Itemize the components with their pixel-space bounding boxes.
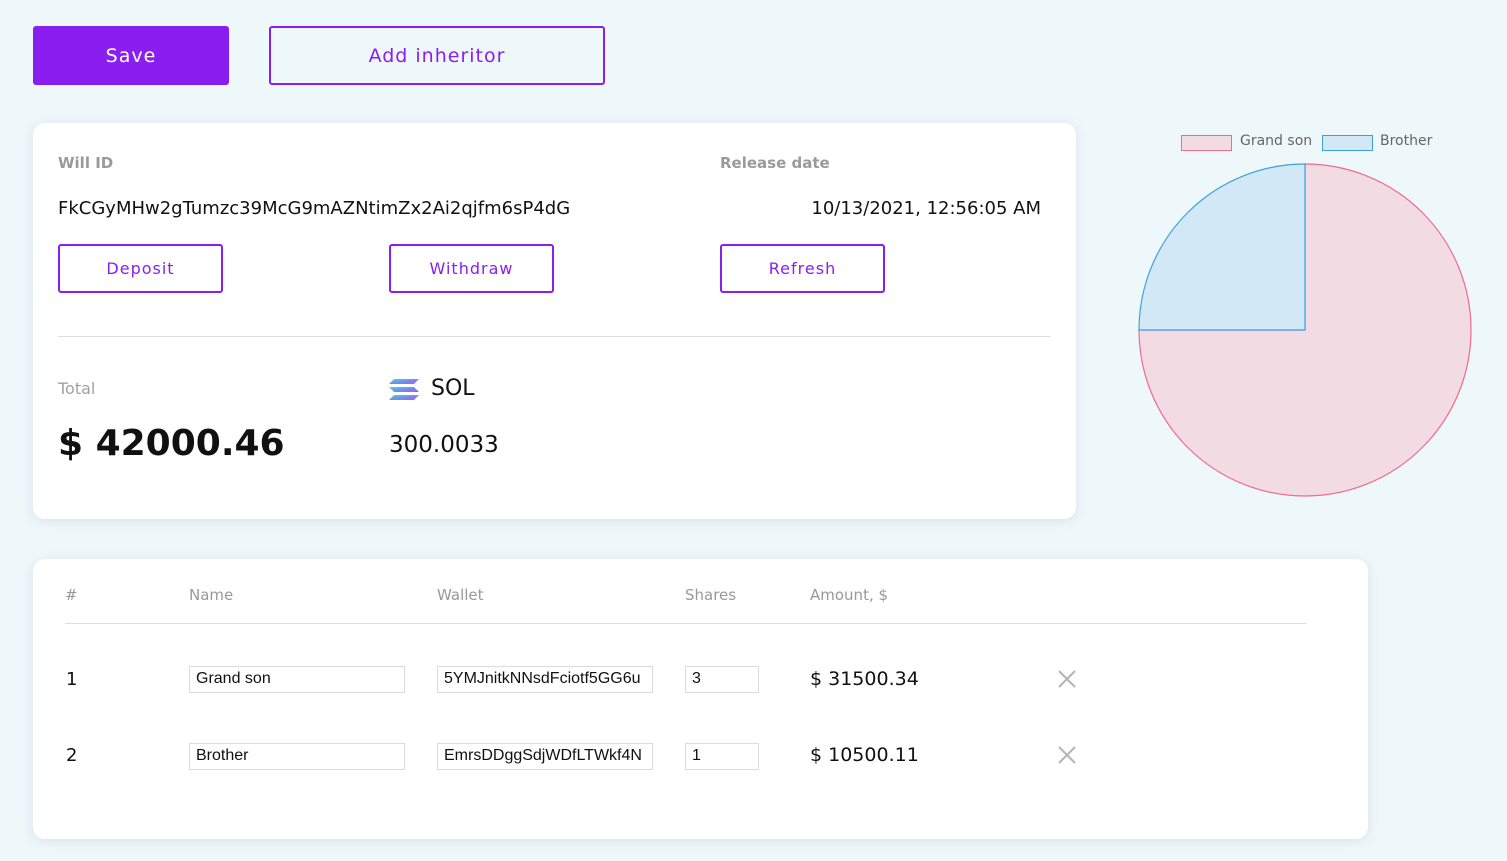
header-name: Name xyxy=(189,586,234,604)
divider xyxy=(58,336,1051,337)
row-number: 2 xyxy=(66,745,78,766)
row-number: 1 xyxy=(66,669,78,690)
release-date-label: Release date xyxy=(720,154,830,172)
total-value: $ 42000.46 xyxy=(58,423,285,464)
will-id-label: Will ID xyxy=(58,154,114,172)
token-amount: 300.0033 xyxy=(389,432,499,458)
will-card: Will ID FkCGyMHw2gTumzc39McG9mAZNtimZx2A… xyxy=(33,123,1076,519)
solana-icon xyxy=(389,379,419,400)
pie-slice-brother xyxy=(1138,163,1306,331)
close-icon[interactable] xyxy=(1056,668,1078,690)
name-input[interactable]: Brother xyxy=(189,743,405,770)
withdraw-button[interactable]: Withdraw xyxy=(389,244,554,293)
token-name: SOL xyxy=(431,376,475,401)
header-shares: Shares xyxy=(685,586,737,604)
name-input[interactable]: Grand son xyxy=(189,666,405,693)
wallet-input[interactable]: 5YMJnitkNNsdFciotf5GG6u xyxy=(437,666,653,693)
deposit-button[interactable]: Deposit xyxy=(58,244,223,293)
header-wallet: Wallet xyxy=(437,586,484,604)
row-amount: $ 31500.34 xyxy=(810,668,919,690)
inheritors-table: # Name Wallet Shares Amount, $ 1 Grand s… xyxy=(33,559,1368,839)
release-date-value: 10/13/2021, 12:56:05 AM xyxy=(811,198,1041,219)
refresh-button[interactable]: Refresh xyxy=(720,244,885,293)
will-id-value: FkCGyMHw2gTumzc39McG9mAZNtimZx2Ai2qjfm6s… xyxy=(58,198,571,219)
header-divider xyxy=(65,623,1307,624)
close-icon[interactable] xyxy=(1056,744,1078,766)
save-button[interactable]: Save xyxy=(33,26,229,85)
header-amount: Amount, $ xyxy=(810,586,889,604)
pie-svg xyxy=(1138,163,1472,497)
total-label: Total xyxy=(58,379,96,398)
shares-pie-chart: Grand son Brother xyxy=(1130,128,1490,508)
add-inheritor-button[interactable]: Add inheritor xyxy=(269,26,605,85)
shares-input[interactable]: 1 xyxy=(685,743,759,770)
row-amount: $ 10500.11 xyxy=(810,744,919,766)
shares-input[interactable]: 3 xyxy=(685,666,759,693)
wallet-input[interactable]: EmrsDDggSdjWDfLTWkf4N xyxy=(437,743,653,770)
header-num: # xyxy=(65,586,78,604)
